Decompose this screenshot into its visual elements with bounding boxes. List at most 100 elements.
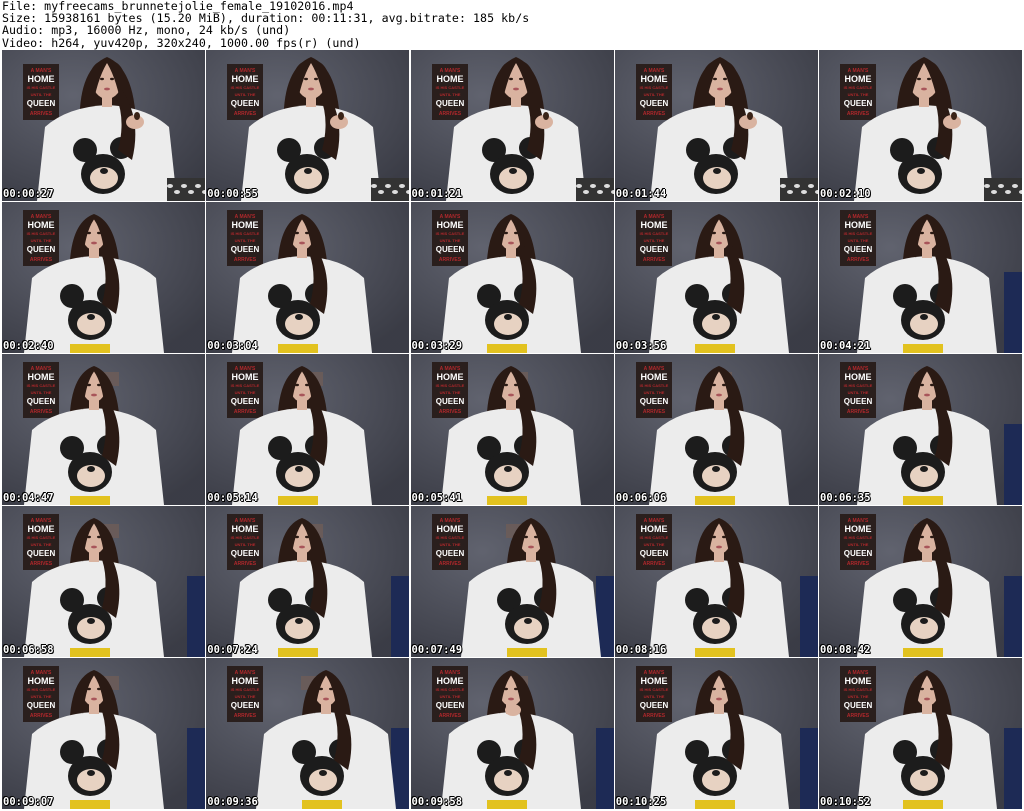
svg-text:HOME: HOME — [232, 524, 259, 534]
video-thumbnail: A MAN'S HOME IS HIS CASTLE UNTIL THE QUEEN AR… — [2, 50, 205, 201]
svg-text:IS HIS CASTLE: IS HIS CASTLE — [27, 687, 56, 692]
video-thumbnail: A MAN'S HOME IS HIS CASTLE UNTIL THE QUEEN AR… — [614, 202, 818, 353]
svg-text:UNTIL THE: UNTIL THE — [439, 542, 460, 547]
svg-text:UNTIL THE: UNTIL THE — [31, 238, 52, 243]
svg-text:QUEEN: QUEEN — [231, 99, 260, 108]
thumbnail-frame-image: A MAN'SHOMEIS HIS CASTLEUNTIL THEQUEENAR… — [410, 506, 614, 657]
thumbnail-timestamp: 00:01:44 — [615, 188, 667, 200]
svg-text:HOME: HOME — [845, 220, 872, 230]
thumbnail-timestamp: 00:07:49 — [411, 644, 463, 656]
video-thumbnail: A MAN'S HOME IS HIS CASTLE UNTIL THE QUEEN AR… — [206, 506, 410, 657]
thumbnail-frame-image: A MAN'SHOMEIS HIS CASTLEUNTIL THEQUEENAR… — [410, 202, 614, 353]
wall-poster: A MAN'SHOMEIS HIS CASTLEUNTIL THEQUEENAR… — [23, 64, 59, 120]
svg-text:ARRIVES: ARRIVES — [234, 561, 257, 567]
svg-text:HOME: HOME — [436, 220, 463, 230]
svg-text:QUEEN: QUEEN — [435, 701, 464, 710]
svg-text:IS HIS CASTLE: IS HIS CASTLE — [27, 85, 56, 90]
video-thumbnail: A MAN'S HOME IS HIS CASTLE UNTIL THE QUEEN AR… — [2, 506, 205, 657]
video-thumbnail: A MAN'S HOME IS HIS CASTLE UNTIL THE QUEEN AR… — [410, 354, 614, 505]
wall-poster: A MAN'SHOMEIS HIS CASTLEUNTIL THEQUEENAR… — [227, 64, 264, 120]
svg-text:HOME: HOME — [640, 372, 667, 382]
svg-text:UNTIL THE: UNTIL THE — [235, 238, 256, 243]
svg-text:HOME: HOME — [845, 524, 872, 534]
svg-text:QUEEN: QUEEN — [27, 397, 56, 406]
thumbnail-timestamp: 00:06:58 — [3, 644, 54, 656]
svg-text:IS HIS CASTLE: IS HIS CASTLE — [435, 85, 464, 90]
svg-text:ARRIVES: ARRIVES — [643, 409, 666, 415]
wall-poster: A MAN'SHOMEIS HIS CASTLEUNTIL THEQUEENAR… — [635, 666, 672, 722]
wall-poster: A MAN'SHOMEIS HIS CASTLEUNTIL THEQUEENAR… — [840, 210, 876, 266]
svg-text:UNTIL THE: UNTIL THE — [643, 694, 664, 699]
svg-text:IS HIS CASTLE: IS HIS CASTLE — [231, 383, 260, 388]
thumbnail-timestamp: 00:03:29 — [411, 340, 463, 352]
thumbnail-frame-image: A MAN'SHOMEIS HIS CASTLEUNTIL THEQUEENAR… — [206, 658, 410, 809]
svg-text:ARRIVES: ARRIVES — [30, 561, 53, 567]
wall-poster: A MAN'SHOMEIS HIS CASTLEUNTIL THEQUEENAR… — [840, 362, 876, 418]
video-thumbnail: A MAN'S HOME IS HIS CASTLE UNTIL THE QUEEN AR… — [2, 202, 205, 353]
svg-text:IS HIS CASTLE: IS HIS CASTLE — [844, 85, 873, 90]
svg-text:IS HIS CASTLE: IS HIS CASTLE — [231, 535, 260, 540]
wall-poster: A MAN'SHOMEIS HIS CASTLEUNTIL THEQUEENAR… — [635, 362, 672, 418]
video-thumbnail: A MAN'S HOME IS HIS CASTLE UNTIL THE QUEEN AR… — [2, 354, 205, 505]
thumbnail-timestamp: 00:04:21 — [820, 340, 871, 352]
thumbnail-timestamp: 00:08:16 — [615, 644, 667, 656]
wall-poster: A MAN'SHOMEIS HIS CASTLEUNTIL THEQUEENAR… — [23, 210, 59, 266]
thumbnail-frame-image: A MAN'SHOMEIS HIS CASTLEUNTIL THEQUEENAR… — [2, 354, 205, 505]
thumbnail-frame-image: A MAN'SHOMEIS HIS CASTLEUNTIL THEQUEENAR… — [206, 202, 410, 353]
svg-text:HOME: HOME — [232, 74, 259, 84]
svg-text:QUEEN: QUEEN — [435, 549, 464, 558]
svg-text:HOME: HOME — [640, 220, 667, 230]
svg-text:ARRIVES: ARRIVES — [30, 257, 53, 263]
thumbnail-frame-image: A MAN'SHOMEIS HIS CASTLEUNTIL THEQUEENAR… — [819, 50, 1022, 201]
svg-text:ARRIVES: ARRIVES — [30, 713, 53, 719]
video-info-line: Video: h264, yuv420p, 320x240, 1000.00 f… — [2, 35, 361, 50]
svg-text:ARRIVES: ARRIVES — [847, 561, 870, 567]
svg-text:ARRIVES: ARRIVES — [234, 111, 257, 117]
svg-text:ARRIVES: ARRIVES — [847, 713, 870, 719]
svg-text:ARRIVES: ARRIVES — [30, 111, 53, 117]
wall-poster: A MAN'SHOMEIS HIS CASTLEUNTIL THEQUEENAR… — [23, 666, 59, 722]
svg-text:QUEEN: QUEEN — [27, 549, 56, 558]
svg-text:HOME: HOME — [845, 676, 872, 686]
svg-text:HOME: HOME — [28, 676, 55, 686]
svg-text:QUEEN: QUEEN — [640, 701, 669, 710]
svg-text:UNTIL THE: UNTIL THE — [848, 694, 869, 699]
svg-text:UNTIL THE: UNTIL THE — [848, 390, 869, 395]
svg-text:HOME: HOME — [232, 220, 259, 230]
svg-text:IS HIS CASTLE: IS HIS CASTLE — [844, 231, 873, 236]
svg-text:IS HIS CASTLE: IS HIS CASTLE — [844, 535, 873, 540]
svg-text:IS HIS CASTLE: IS HIS CASTLE — [639, 687, 668, 692]
svg-text:QUEEN: QUEEN — [231, 397, 260, 406]
thumbnail-timestamp: 00:03:04 — [207, 340, 258, 352]
svg-text:IS HIS CASTLE: IS HIS CASTLE — [435, 383, 464, 388]
svg-text:IS HIS CASTLE: IS HIS CASTLE — [639, 85, 668, 90]
svg-text:UNTIL THE: UNTIL THE — [643, 390, 664, 395]
svg-text:ARRIVES: ARRIVES — [438, 257, 461, 263]
thumbnail-frame-image: A MAN'SHOMEIS HIS CASTLEUNTIL THEQUEENAR… — [2, 202, 205, 353]
thumbnail-frame-image: A MAN'SHOMEIS HIS CASTLEUNTIL THEQUEENAR… — [614, 506, 818, 657]
svg-text:HOME: HOME — [640, 524, 667, 534]
video-thumbnail: A MAN'S HOME IS HIS CASTLE UNTIL THE QUEEN AR… — [206, 658, 410, 809]
svg-text:ARRIVES: ARRIVES — [643, 713, 666, 719]
svg-text:QUEEN: QUEEN — [844, 245, 873, 254]
svg-text:UNTIL THE: UNTIL THE — [848, 92, 869, 97]
thumbnail-timestamp: 00:10:52 — [820, 796, 871, 808]
thumbnail-frame-image: A MAN'SHOMEIS HIS CASTLEUNTIL THEQUEENAR… — [206, 50, 410, 201]
svg-text:QUEEN: QUEEN — [640, 99, 669, 108]
video-thumbnail: A MAN'S HOME IS HIS CASTLE UNTIL THE QUEEN AR… — [614, 50, 818, 201]
svg-text:ARRIVES: ARRIVES — [643, 111, 666, 117]
svg-text:IS HIS CASTLE: IS HIS CASTLE — [27, 231, 56, 236]
svg-text:QUEEN: QUEEN — [231, 701, 260, 710]
wall-poster: A MAN'SHOMEIS HIS CASTLEUNTIL THEQUEENAR… — [431, 210, 468, 266]
svg-text:HOME: HOME — [232, 676, 259, 686]
wall-poster: A MAN'SHOMEIS HIS CASTLEUNTIL THEQUEENAR… — [23, 514, 59, 570]
svg-text:HOME: HOME — [845, 372, 872, 382]
svg-text:IS HIS CASTLE: IS HIS CASTLE — [231, 687, 260, 692]
thumbnail-timestamp: 00:02:10 — [820, 188, 871, 200]
video-thumbnail: A MAN'S HOME IS HIS CASTLE UNTIL THE QUEEN AR… — [614, 354, 818, 505]
svg-text:UNTIL THE: UNTIL THE — [235, 694, 256, 699]
svg-text:ARRIVES: ARRIVES — [847, 111, 870, 117]
video-thumbnail: A MAN'S HOME IS HIS CASTLE UNTIL THE QUEEN AR… — [206, 202, 410, 353]
wall-poster: A MAN'SHOMEIS HIS CASTLEUNTIL THEQUEENAR… — [227, 362, 264, 418]
thumbnail-timestamp: 00:09:58 — [411, 796, 463, 808]
